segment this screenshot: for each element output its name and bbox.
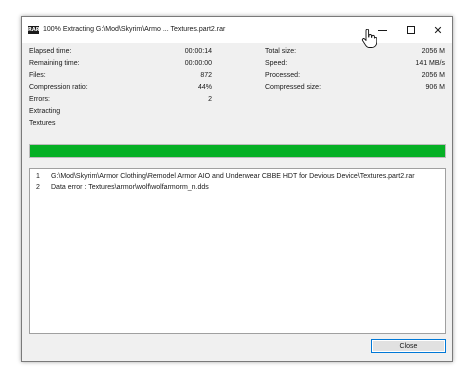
stat-files: Files: 872 [29,72,212,82]
hand-pointer-icon [361,29,377,48]
stat-value: 872 [200,72,212,79]
log-entry-number: 1 [36,173,40,180]
progress-bar-fill [30,145,445,157]
winrar-app-icon: RAR [28,26,40,34]
stat-compressed-size: Compressed size: 906 M [265,84,445,94]
status-action: Extracting [29,108,61,115]
message-log[interactable]: 1 G:\Mod\Skyrim\Armor Clothing\Remodel A… [29,168,446,334]
stat-value: 44% [197,84,212,91]
stat-compression-ratio: Compression ratio: 44% [29,84,212,94]
stat-total-size: Total size: 2056 M [265,48,445,58]
close-button[interactable]: Close [371,339,446,353]
status-current-file: Textures [29,120,56,127]
stat-label: Remaining time: [29,60,80,67]
stat-processed: Processed: 2056 M [265,72,445,82]
stat-label: Compression ratio: [29,84,88,91]
close-icon: ✕ [433,23,443,37]
stat-speed: Speed: 141 MB/s [265,60,445,70]
stat-label: Files: [29,72,46,79]
stat-value: 00:00:14 [184,48,212,55]
maximize-icon [407,26,415,34]
extraction-dialog: RAR 100% Extracting G:\Mod\Skyrim\Armo .… [21,16,453,362]
stat-value: 141 MB/s [415,60,445,67]
stat-value: 00:00:00 [184,60,212,67]
stat-label: Total size: [265,48,297,55]
log-entry-text: Data error : Textures\armor\wolf\wolfarm… [51,184,209,191]
stat-remaining-time: Remaining time: 00:00:00 [29,60,212,70]
log-entry-number: 2 [36,184,40,191]
stat-value: 2056 M [421,48,445,55]
stat-errors: Errors: 2 [29,96,212,106]
window-title: 100% Extracting G:\Mod\Skyrim\Armo ... T… [43,26,226,33]
window-close-button[interactable]: ✕ [423,17,453,43]
stat-label: Errors: [29,96,50,103]
maximize-button[interactable] [396,17,426,43]
progress-bar [29,144,446,158]
stat-label: Elapsed time: [29,48,72,55]
stat-elapsed-time: Elapsed time: 00:00:14 [29,48,212,58]
stat-label: Processed: [265,72,301,79]
title-bar[interactable]: RAR 100% Extracting G:\Mod\Skyrim\Armo .… [22,17,452,43]
stat-value: 2056 M [421,72,445,79]
stat-label: Compressed size: [265,84,322,91]
minimize-icon [377,29,387,31]
stat-label: Speed: [265,60,288,67]
stat-value: 906 M [425,84,445,91]
stat-value: 2 [208,96,212,103]
log-entry-text: G:\Mod\Skyrim\Armor Clothing\Remodel Arm… [51,173,415,180]
